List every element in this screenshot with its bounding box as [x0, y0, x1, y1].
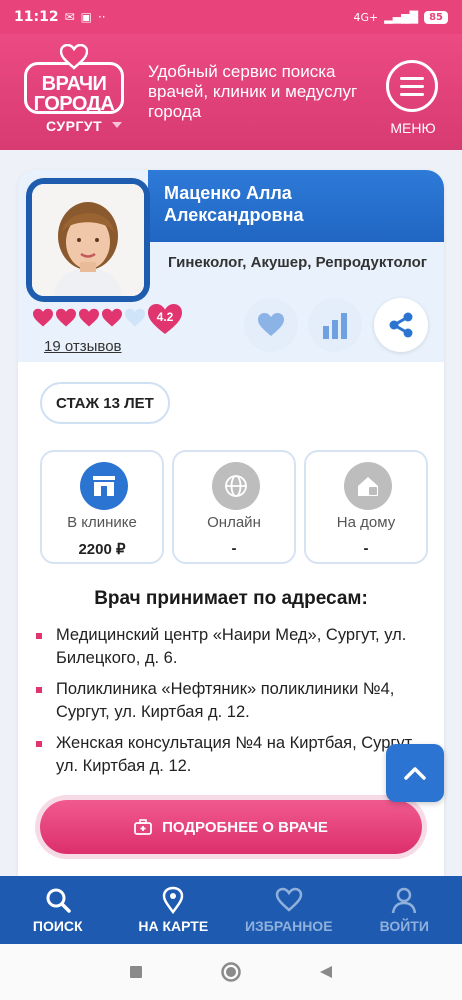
address-item[interactable]: Поликлиника «Нефтяник» поликлиники №4, С…	[34, 678, 426, 724]
bottom-navigation: ПОИСК НА КАРТЕ ИЗБРАННОЕ ВОЙТИ	[0, 876, 462, 944]
addresses-title: Врач принимает по адресам:	[94, 588, 368, 609]
clinic-icon	[80, 462, 128, 510]
logo[interactable]: ВРАЧИ ГОРОДА	[24, 44, 124, 116]
doctor-portrait-icon	[32, 184, 144, 296]
mail-icon: ✉	[64, 10, 75, 24]
addresses-list: Медицинский центр «Наири Мед», Сургут, у…	[34, 624, 426, 786]
price-value: 2200 ₽	[78, 541, 126, 558]
city-selector[interactable]: СУРГУТ	[46, 118, 102, 134]
more-about-doctor-button[interactable]: ПОДРОБНЕЕ О ВРАЧЕ	[40, 800, 422, 854]
price-in-clinic[interactable]: В клинике 2200 ₽	[40, 450, 164, 564]
doctor-specialty: Гинеколог, Акушер, Репродуктолог	[168, 254, 428, 271]
nav-label: ИЗБРАННОЕ	[244, 918, 333, 934]
price-label: В клинике	[67, 514, 137, 531]
heart-filled-icon	[79, 308, 99, 327]
home-button-icon[interactable]	[220, 961, 242, 983]
rating-value: 4.2	[156, 310, 174, 324]
address-item[interactable]: Женская консультация №4 на Киртбая, Сург…	[34, 732, 426, 778]
back-icon[interactable]	[318, 964, 334, 980]
header-tagline: Удобный сервис поиска врачей, клиник и м…	[148, 62, 358, 121]
app-icon: ▣	[80, 10, 92, 24]
logo-heart-icon	[60, 44, 88, 70]
rating-hearts	[32, 308, 146, 328]
heart-filled-icon	[56, 308, 76, 327]
battery-level: 85	[424, 10, 448, 24]
price-label: На дому	[336, 514, 396, 531]
heart-icon	[258, 313, 284, 336]
experience-badge: СТАЖ 13 ЛЕТ	[40, 382, 170, 424]
network-label: 4G+	[353, 10, 379, 24]
price-value: -	[363, 540, 369, 557]
menu-label[interactable]: МЕНЮ	[382, 120, 444, 136]
logo-text: ВРАЧИ ГОРОДА	[24, 74, 124, 114]
favorite-button[interactable]	[244, 298, 298, 352]
share-button[interactable]	[374, 298, 428, 352]
user-icon	[392, 887, 417, 914]
logo-line2: ГОРОДА	[33, 93, 115, 115]
status-bar: 11:12 ✉ ▣ ·· 4G+ ▂▄▆█ 85	[0, 0, 462, 34]
hamburger-line	[400, 84, 424, 88]
scroll-to-top-button[interactable]	[386, 744, 444, 802]
hamburger-line	[400, 76, 424, 80]
heart-filled-icon	[102, 308, 122, 327]
bar-chart-icon	[323, 313, 347, 339]
price-online[interactable]: Онлайн -	[172, 450, 296, 564]
nav-label: НА КАРТЕ	[138, 918, 209, 934]
reviews-link[interactable]: 19 отзывов	[44, 338, 122, 355]
doctor-photo[interactable]	[32, 184, 144, 296]
system-navigation-bar	[0, 944, 462, 1000]
price-at-home[interactable]: На дому -	[304, 450, 428, 564]
status-time: 11:12	[14, 9, 59, 25]
doctor-name[interactable]: Маценко Алла Александровна	[164, 182, 434, 226]
more-dots-icon: ··	[97, 10, 106, 24]
search-icon	[46, 888, 71, 913]
share-icon	[389, 312, 413, 338]
chevron-down-icon[interactable]	[112, 122, 122, 128]
app-header: ВРАЧИ ГОРОДА СУРГУТ Удобный сервис поиск…	[0, 34, 462, 150]
notification-icons: ✉ ▣ ··	[65, 10, 106, 24]
briefcase-icon	[134, 819, 152, 835]
price-value: -	[231, 540, 237, 557]
heart-icon	[275, 887, 303, 912]
logo-line1: ВРАЧИ	[41, 73, 107, 95]
status-right: 4G+ ▂▄▆█ 85	[353, 10, 448, 24]
nav-favorites[interactable]: ИЗБРАННОЕ	[231, 876, 347, 944]
doctor-card: Маценко Алла Александровна Гинеколог, Ак…	[18, 170, 444, 876]
heart-empty-icon	[125, 308, 145, 327]
globe-icon	[212, 462, 260, 510]
heart-filled-icon	[33, 308, 53, 327]
chevron-up-icon	[404, 767, 426, 780]
nav-map[interactable]: НА КАРТЕ	[116, 876, 232, 944]
nav-login[interactable]: ВОЙТИ	[347, 876, 462, 944]
signal-icon: ▂▄▆█	[384, 10, 419, 24]
nav-label: ВОЙТИ	[379, 918, 429, 934]
doctor-photo-frame	[26, 178, 150, 302]
price-label: Онлайн	[207, 514, 261, 531]
nav-label: ПОИСК	[32, 918, 83, 934]
more-button-label: ПОДРОБНЕЕ О ВРАЧЕ	[162, 818, 328, 836]
menu-button[interactable]	[386, 60, 438, 112]
nav-search[interactable]: ПОИСК	[0, 876, 116, 944]
map-pin-icon	[162, 886, 184, 914]
hamburger-line	[400, 92, 424, 96]
recent-apps-icon[interactable]	[128, 964, 144, 980]
address-item[interactable]: Медицинский центр «Наири Мед», Сургут, у…	[34, 624, 426, 670]
home-icon	[344, 462, 392, 510]
statistics-button[interactable]	[308, 298, 362, 352]
rating-badge: 4.2	[146, 302, 184, 336]
